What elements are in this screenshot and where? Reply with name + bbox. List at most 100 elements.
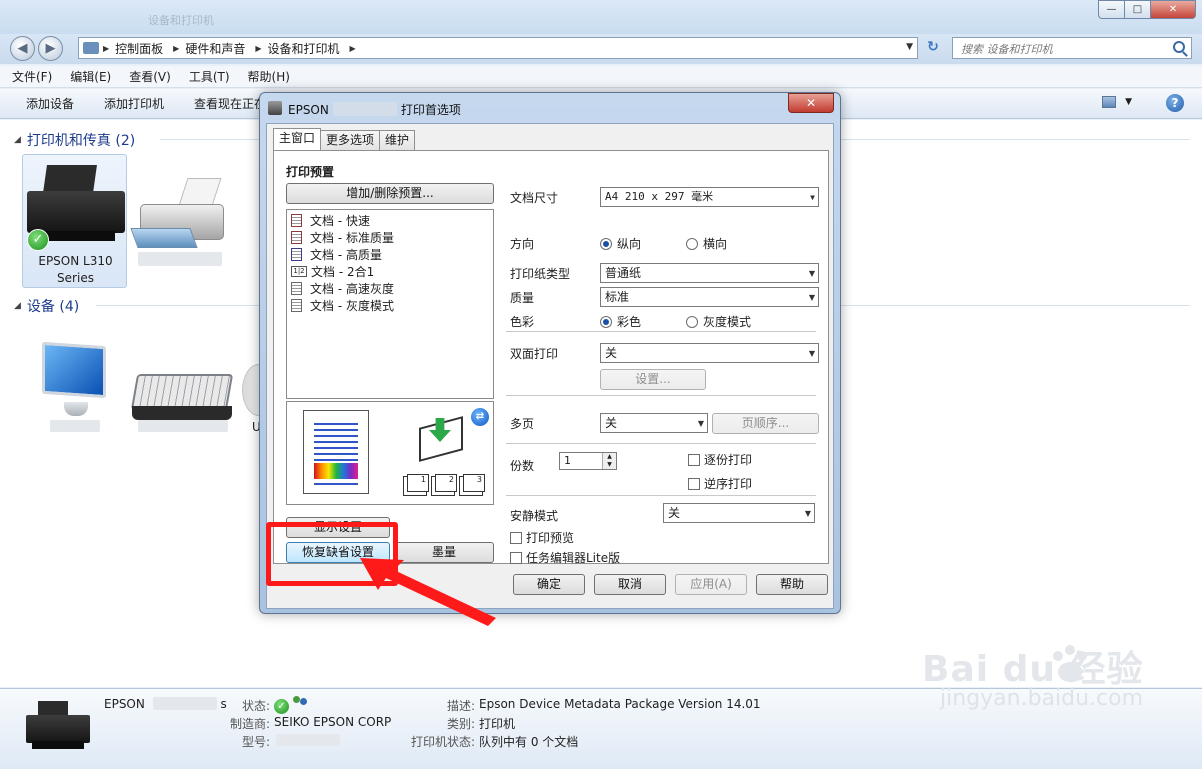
device-mouse[interactable]: U <box>240 360 276 440</box>
page-order-button[interactable]: 页顺序... <box>712 413 819 434</box>
quality-select[interactable]: 标准 <box>600 287 819 307</box>
device-keyboard[interactable] <box>130 370 234 434</box>
forward-arrow-icon: ▶ <box>45 41 56 56</box>
presets-label: 打印预置 <box>286 165 335 179</box>
quiet-mode-label: 安静模式 <box>510 509 559 523</box>
device-epson-l310[interactable]: ✓ EPSON L310 Series <box>22 154 127 288</box>
reverse-order-checkbox[interactable]: 逆序打印 <box>688 475 752 492</box>
chevron-right-icon: ▶ <box>173 43 180 53</box>
multipage-select[interactable]: 关 <box>600 413 708 433</box>
printer-icon <box>130 178 230 248</box>
preset-item[interactable]: 文档 - 高速灰度 <box>291 280 489 297</box>
manufacturer-value: SEIKO EPSON CORP <box>274 715 392 729</box>
maximize-button[interactable]: □ <box>1124 0 1151 19</box>
help-button[interactable]: 帮助 <box>756 574 828 595</box>
device-label: EPSON L310 Series <box>38 254 113 285</box>
orientation-label: 方向 <box>510 237 535 251</box>
breadcrumb-control-panel[interactable]: ▶ 控制面板 <box>103 40 163 57</box>
preset-item[interactable]: 文档 - 标准质量 <box>291 229 489 246</box>
preset-item[interactable]: 文档 - 灰度模式 <box>291 297 489 314</box>
tab-main[interactable]: 主窗口 <box>273 128 322 150</box>
divider <box>506 443 816 444</box>
dialog-tabs: 主窗口 更多选项 维护 <box>273 128 416 150</box>
breadcrumb-devices-printers[interactable]: ▶ 设备和打印机 <box>255 40 339 57</box>
preset-item[interactable]: 1|2 文档 - 2合1 <box>291 263 489 280</box>
sheet-icon: 1 <box>407 474 429 492</box>
collate-checkbox[interactable]: 逐份打印 <box>688 451 752 468</box>
menu-help[interactable]: 帮助(H) <box>248 68 290 85</box>
portrait-radio[interactable]: 纵向 <box>600 235 641 252</box>
redacted-label <box>138 252 222 266</box>
window-titlebar: 设备和打印机 — □ ✕ <box>0 0 1202 34</box>
duplex-select[interactable]: 关 <box>600 343 819 363</box>
printer-icon <box>268 101 282 115</box>
job-arranger-checkbox[interactable]: 任务编辑器Lite版 <box>510 549 620 566</box>
menu-tools[interactable]: 工具(T) <box>189 68 230 85</box>
tab-maintenance[interactable]: 维护 <box>379 130 416 150</box>
paper-size-select[interactable]: A4 210 x 297 毫米 <box>600 187 819 207</box>
group-printers-title[interactable]: ◢ 打印机和传真 (2) <box>14 130 135 150</box>
back-button[interactable]: ◀ <box>10 36 35 61</box>
close-button[interactable]: ✕ <box>1150 0 1196 19</box>
add-delete-presets-button[interactable]: 增加/删除预置... <box>286 183 494 204</box>
copies-stepper[interactable]: 1 ▲ ▼ <box>559 452 617 470</box>
paper-type-select[interactable]: 普通纸 <box>600 263 819 283</box>
address-dropdown-icon[interactable]: ▼ <box>906 42 913 52</box>
quiet-mode-select[interactable]: 关 <box>663 503 815 523</box>
dialog-close-button[interactable]: ✕ <box>788 93 834 113</box>
view-dropdown-icon[interactable]: ▼ <box>1125 97 1132 107</box>
quality-label: 质量 <box>510 291 535 305</box>
device-printer-2[interactable] <box>130 178 234 278</box>
device-monitor[interactable] <box>40 340 110 432</box>
document-icon <box>291 299 302 312</box>
breadcrumb-more[interactable]: ▶ <box>350 44 362 53</box>
divider <box>506 331 816 332</box>
forward-button[interactable]: ▶ <box>38 36 63 61</box>
presets-list[interactable]: 文档 - 快速 文档 - 标准质量 文档 - 高质量 1|2 文档 - 2合1 文… <box>286 209 494 399</box>
color-radio[interactable]: 彩色 <box>600 313 641 330</box>
landscape-radio[interactable]: 横向 <box>686 235 727 252</box>
status-ok-icon: ✓ <box>274 699 289 714</box>
search-input[interactable]: 搜索 设备和打印机 <box>952 37 1192 59</box>
breadcrumb-hardware-sound[interactable]: ▶ 硬件和声音 <box>173 40 245 57</box>
add-printer-button[interactable]: 添加打印机 <box>104 95 164 112</box>
help-icon[interactable]: ? <box>1166 94 1184 112</box>
tab-more-options[interactable]: 更多选项 <box>320 130 381 150</box>
redacted-label <box>50 420 100 432</box>
category-label: 类别: <box>447 717 476 731</box>
color-label: 色彩 <box>510 315 535 329</box>
change-view-icon[interactable] <box>1102 96 1116 108</box>
control-panel-icon <box>83 42 99 54</box>
document-icon <box>291 248 302 261</box>
see-whats-printing-button[interactable]: 查看现在正在 <box>194 95 266 112</box>
ok-button[interactable]: 确定 <box>513 574 585 595</box>
paper-feed-printer-icon <box>415 408 475 466</box>
menu-file[interactable]: 文件(F) <box>12 68 52 85</box>
paper-type-label: 打印纸类型 <box>510 267 571 281</box>
baidu-watermark: Bai du 经验 <box>922 649 1144 690</box>
duplex-settings-button[interactable]: 设置... <box>600 369 706 390</box>
redacted-model <box>276 734 340 746</box>
group-devices-title[interactable]: ◢ 设备 (4) <box>14 296 79 316</box>
two-in-one-icon: 1|2 <box>291 266 307 277</box>
baidu-paw-icon <box>1053 645 1087 682</box>
divider <box>506 495 816 496</box>
printer-status-label: 打印机状态: <box>411 735 476 749</box>
cancel-button[interactable]: 取消 <box>594 574 666 595</box>
stepper-arrows-icon[interactable]: ▲ ▼ <box>602 453 616 469</box>
refresh-icon[interactable]: ↻ <box>922 39 944 59</box>
printer-status-value: 队列中有 0 个文档 <box>479 735 579 749</box>
search-icon[interactable] <box>1173 41 1185 53</box>
grayscale-radio[interactable]: 灰度模式 <box>686 313 751 330</box>
preset-item[interactable]: 文档 - 快速 <box>291 212 489 229</box>
baidu-watermark-url: jingyan.baidu.com <box>940 686 1144 711</box>
add-device-button[interactable]: 添加设备 <box>26 95 74 112</box>
preset-item[interactable]: 文档 - 高质量 <box>291 246 489 263</box>
minimize-button[interactable]: — <box>1098 0 1125 19</box>
rotate-icon[interactable]: ⇄ <box>471 408 489 426</box>
address-bar[interactable]: ▶ 控制面板 ▶ 硬件和声音 ▶ 设备和打印机 ▶ ▼ <box>78 37 918 59</box>
print-preview-checkbox[interactable]: 打印预览 <box>510 529 574 546</box>
menu-view[interactable]: 查看(V) <box>129 68 171 85</box>
menu-edit[interactable]: 编辑(E) <box>70 68 111 85</box>
apply-button[interactable]: 应用(A) <box>675 574 747 595</box>
